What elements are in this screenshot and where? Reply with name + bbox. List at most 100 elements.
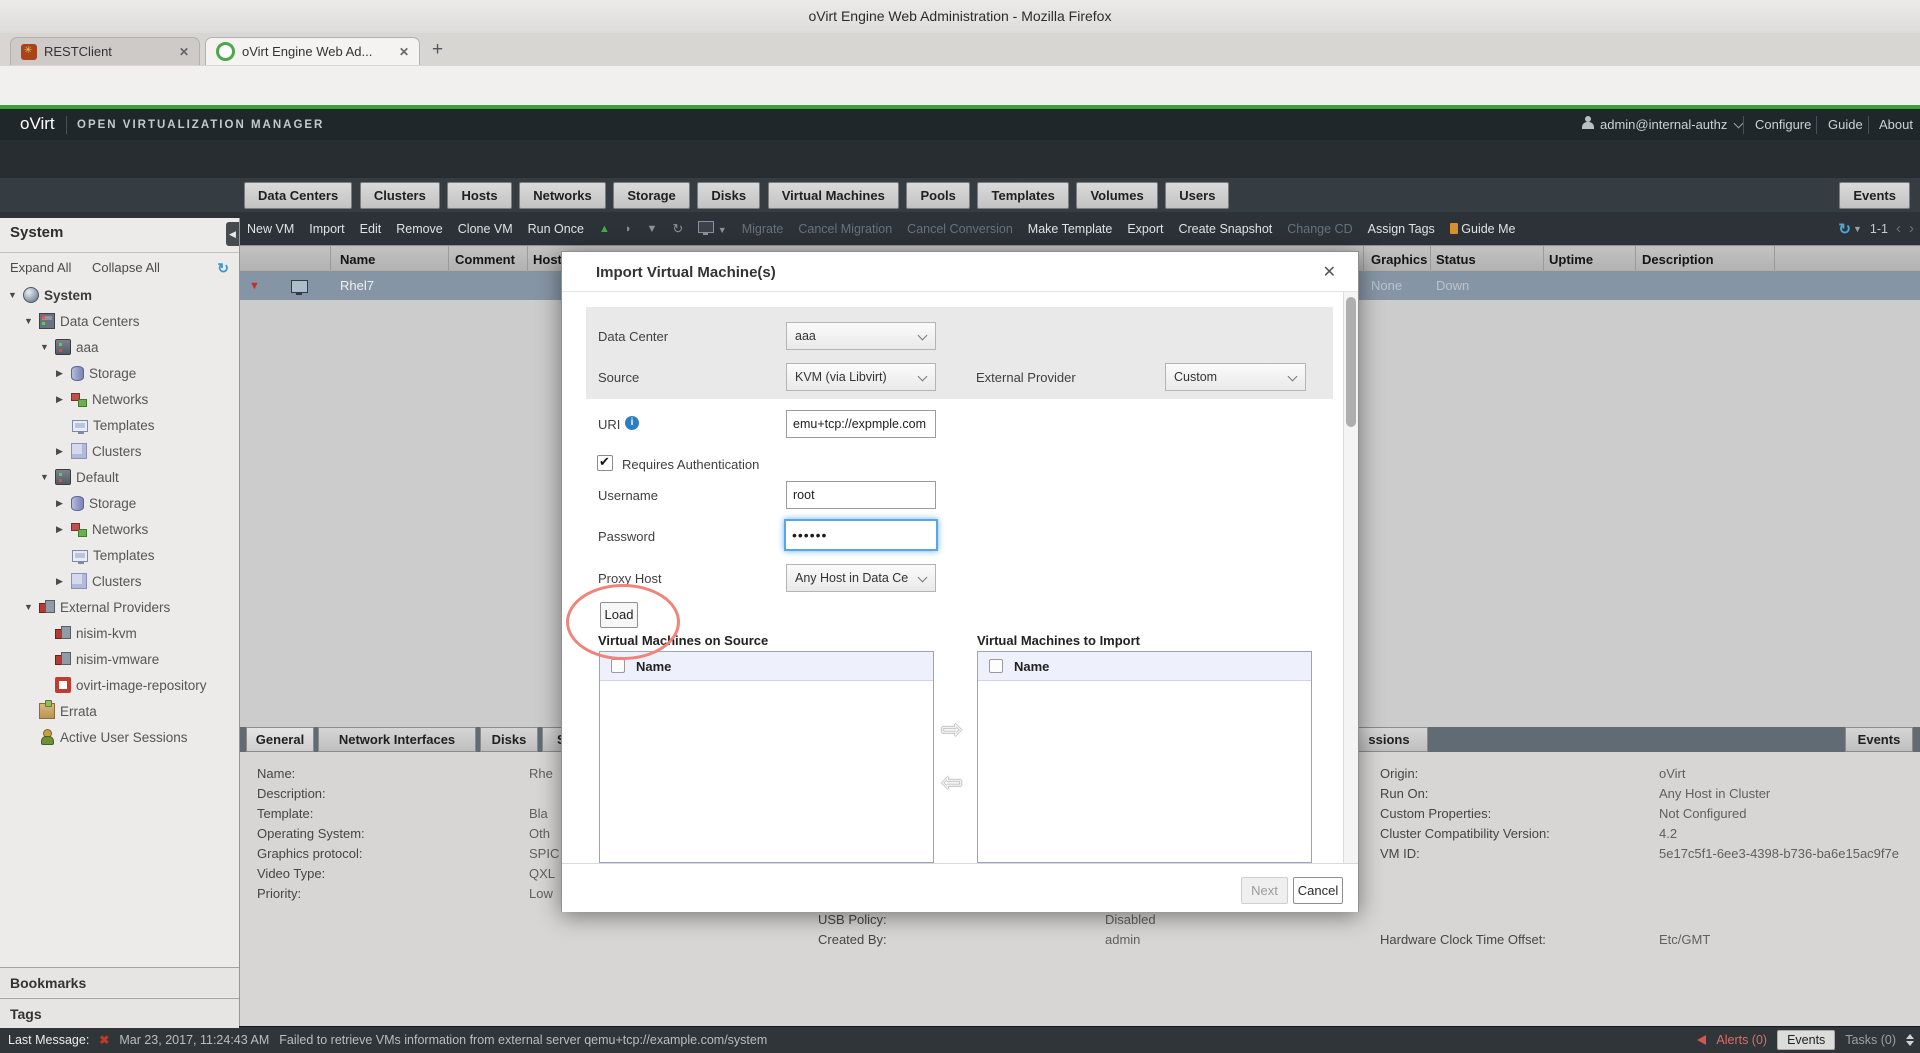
collapsed-arrow-icon[interactable] (56, 368, 71, 379)
cancel-button[interactable]: Cancel (1293, 877, 1343, 904)
import-button[interactable]: Import (309, 222, 344, 236)
browser-tab-restclient[interactable]: RESTClient ✕ (10, 37, 200, 65)
next-button[interactable]: Next (1241, 877, 1288, 904)
nav-tab-hosts[interactable]: Hosts (447, 182, 511, 209)
collapsed-arrow-icon[interactable] (56, 576, 71, 587)
shutdown-icon[interactable]: ▼ (646, 223, 657, 235)
prev-page-icon[interactable]: ‹ (1896, 220, 1901, 237)
move-left-icon[interactable]: ⇦ (941, 767, 963, 798)
tree-refresh-icon[interactable]: ↻ (217, 260, 229, 277)
column-header-host[interactable]: Host (533, 246, 562, 273)
tree-item-clusters[interactable]: Clusters (0, 568, 239, 594)
proxy-host-select[interactable]: Any Host in Data Ce (786, 564, 936, 592)
tree-item-nisim-vmware[interactable]: nisim-vmware (0, 646, 239, 672)
tab-sessions-partial[interactable]: ssions (1350, 727, 1428, 752)
tree-item-storage[interactable]: Storage (0, 360, 239, 386)
nav-tab-users[interactable]: Users (1165, 182, 1229, 209)
change-cd-button[interactable]: Change CD (1287, 222, 1352, 236)
vms-on-source-list[interactable]: Name (599, 651, 934, 863)
nav-tab-volumes[interactable]: Volumes (1076, 182, 1157, 209)
expand-arrow-icon[interactable] (24, 602, 39, 612)
suspend-icon[interactable]: ◗ (625, 223, 632, 235)
collapsed-arrow-icon[interactable] (56, 524, 71, 535)
tree-item-ovirt-image-repository[interactable]: ovirt-image-repository (0, 672, 239, 698)
tree-item-active-user-sessions[interactable]: Active User Sessions (0, 724, 239, 750)
tree-item-system[interactable]: System (0, 282, 239, 308)
nav-tab-virtual-machines[interactable]: Virtual Machines (768, 182, 899, 209)
move-right-icon[interactable]: ⇨ (941, 714, 963, 745)
run-icon[interactable]: ▲ (599, 223, 610, 235)
nav-tab-templates[interactable]: Templates (977, 182, 1068, 209)
sidebar-collapse-handle[interactable]: ◀ (226, 222, 239, 246)
collapsed-arrow-icon[interactable] (56, 446, 71, 457)
tree-item-templates[interactable]: Templates (0, 412, 239, 438)
user-menu[interactable]: admin@internal-authz (1582, 109, 1742, 140)
select-all-checkbox[interactable] (611, 659, 625, 673)
edit-button[interactable]: Edit (360, 222, 382, 236)
column-header-graphics[interactable]: Graphics (1371, 246, 1427, 273)
make-template-button[interactable]: Make Template (1028, 222, 1113, 236)
username-input[interactable] (786, 481, 936, 509)
tree-item-aaa[interactable]: aaa (0, 334, 239, 360)
refresh-rate-dropdown-icon[interactable]: ▼ (1853, 224, 1862, 234)
collapse-all-link[interactable]: Collapse All (92, 260, 160, 275)
export-button[interactable]: Export (1127, 222, 1163, 236)
new-vm-button[interactable]: New VM (247, 222, 294, 236)
tree-item-errata[interactable]: Errata (0, 698, 239, 724)
expand-all-link[interactable]: Expand All (10, 260, 71, 275)
tab-detail-events[interactable]: Events (1845, 727, 1913, 752)
nav-tab-data-centers[interactable]: Data Centers (244, 182, 352, 209)
info-icon[interactable] (625, 416, 639, 430)
password-input[interactable] (784, 519, 938, 551)
column-header-comment[interactable]: Comment (455, 246, 515, 273)
remove-button[interactable]: Remove (396, 222, 443, 236)
run-once-button[interactable]: Run Once (528, 222, 584, 236)
tags-section-header[interactable]: Tags (0, 998, 239, 1028)
column-header-status[interactable]: Status (1436, 246, 1476, 273)
cancel-migration-button[interactable]: Cancel Migration (798, 222, 892, 236)
tasks-button[interactable]: Tasks (0) (1845, 1033, 1896, 1047)
alerts-button[interactable]: Alerts (0) (1716, 1033, 1767, 1047)
tab-disks[interactable]: Disks (480, 727, 538, 752)
tree-item-storage[interactable]: Storage (0, 490, 239, 516)
source-select[interactable]: KVM (via Libvirt) (786, 363, 936, 391)
about-link[interactable]: About (1879, 109, 1913, 140)
nav-tab-pools[interactable]: Pools (906, 182, 969, 209)
events-button[interactable]: Events (1777, 1030, 1835, 1050)
tab-close-icon[interactable]: ✕ (179, 45, 189, 59)
guide-link[interactable]: Guide (1828, 109, 1863, 140)
nav-tab-disks[interactable]: Disks (697, 182, 760, 209)
column-header-uptime[interactable]: Uptime (1549, 246, 1593, 273)
uri-input[interactable] (786, 410, 936, 438)
tree-item-data-centers[interactable]: Data Centers (0, 308, 239, 334)
tree-item-templates[interactable]: Templates (0, 542, 239, 568)
statusbar-spinner[interactable] (1906, 1034, 1914, 1046)
external-provider-select[interactable]: Custom (1165, 363, 1306, 391)
scrollbar-thumb[interactable] (1346, 297, 1356, 427)
nav-tab-clusters[interactable]: Clusters (360, 182, 440, 209)
tree-item-networks[interactable]: Networks (0, 386, 239, 412)
tab-general[interactable]: General (246, 727, 314, 752)
requires-auth-checkbox[interactable] (597, 455, 613, 471)
browser-tab-ovirt[interactable]: oVirt Engine Web Ad... ✕ (205, 37, 420, 65)
dialog-scrollbar[interactable] (1343, 292, 1358, 863)
collapsed-arrow-icon[interactable] (56, 394, 71, 405)
next-page-icon[interactable]: › (1909, 220, 1914, 237)
assign-tags-button[interactable]: Assign Tags (1368, 222, 1435, 236)
new-tab-button[interactable]: + (432, 39, 443, 61)
vms-to-import-list[interactable]: Name (977, 651, 1312, 863)
cancel-conversion-button[interactable]: Cancel Conversion (907, 222, 1013, 236)
expand-arrow-icon[interactable] (24, 316, 39, 326)
column-header-description[interactable]: Description (1642, 246, 1714, 273)
tree-item-external-providers[interactable]: External Providers (0, 594, 239, 620)
tab-network-interfaces[interactable]: Network Interfaces (318, 727, 476, 752)
clone-vm-button[interactable]: Clone VM (458, 222, 513, 236)
column-header-name[interactable]: Name (340, 246, 375, 273)
console-icon[interactable]: ▼ (698, 221, 726, 236)
nav-tab-events[interactable]: Events (1839, 182, 1910, 209)
expand-arrow-icon[interactable] (40, 342, 55, 352)
tree-item-clusters[interactable]: Clusters (0, 438, 239, 464)
tree-item-networks[interactable]: Networks (0, 516, 239, 542)
configure-link[interactable]: Configure (1755, 109, 1811, 140)
nav-tab-networks[interactable]: Networks (519, 182, 606, 209)
